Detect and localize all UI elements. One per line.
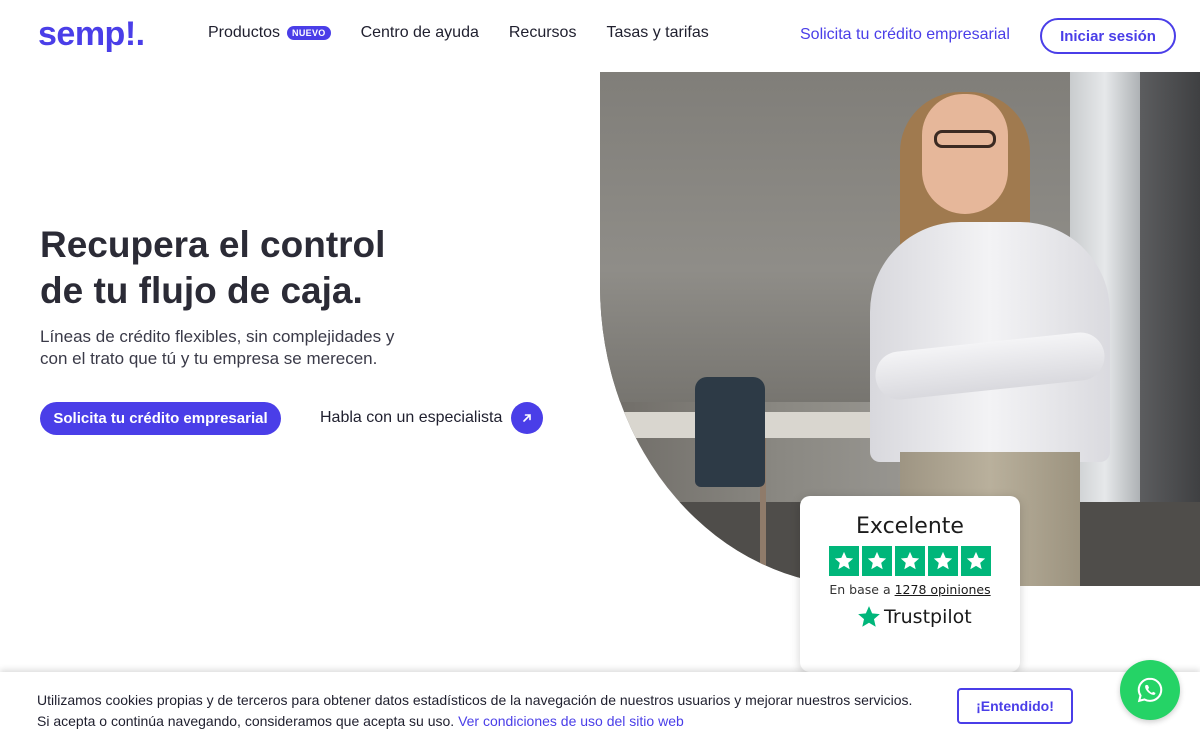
nav-item-label: Centro de ayuda [360, 24, 479, 41]
whatsapp-icon [1137, 677, 1163, 703]
trustpilot-star-icon [961, 546, 991, 576]
nav-item-centro-de-ayuda[interactable]: Centro de ayuda [361, 24, 479, 42]
trustpilot-widget[interactable]: Excelente En base a 1278 opiniones Trust… [800, 496, 1020, 672]
arrow-up-right-icon [511, 402, 544, 434]
site-header: semp!. Productos NUEVO Centro de ayuda R… [0, 0, 1200, 72]
hero-subtitle: Líneas de crédito flexibles, sin complej… [40, 326, 420, 370]
nav-item-recursos[interactable]: Recursos [509, 24, 577, 42]
whatsapp-button[interactable] [1120, 660, 1180, 720]
specialist-label: Habla con un especialista [320, 409, 503, 426]
trustpilot-reviews-link[interactable]: 1278 opiniones [895, 582, 991, 597]
trustpilot-logo[interactable]: Trustpilot [856, 604, 972, 630]
trustpilot-logo-star-icon [858, 606, 880, 627]
trustpilot-star-icon [829, 546, 859, 576]
new-badge: NUEVO [287, 26, 331, 40]
logo-text: semp!. [38, 15, 145, 53]
trustpilot-rating-label: Excelente [856, 514, 964, 539]
cookie-line-2: Si acepta o continúa navegando, consider… [37, 713, 455, 729]
cookie-message: Utilizamos cookies propias y de terceros… [37, 690, 917, 732]
apply-credit-button[interactable]: Solicita tu crédito empresarial [40, 402, 281, 435]
trustpilot-stars [829, 546, 991, 576]
hero-title-line-1: Recupera el control [40, 224, 386, 265]
nav-item-label: Tasas y tarifas [606, 24, 709, 41]
trustpilot-star-icon [928, 546, 958, 576]
nav-item-label: Productos [208, 24, 281, 41]
cookie-accept-button[interactable]: ¡Entendido! [957, 688, 1073, 724]
trustpilot-reviews-text: En base a 1278 opiniones [800, 582, 1020, 597]
hero-subtitle-line-2: con el trato que tú y tu empresa se mere… [40, 349, 378, 368]
trustpilot-star-icon [895, 546, 925, 576]
nav-item-label: Recursos [508, 24, 577, 41]
talk-to-specialist-link[interactable]: Habla con un especialista [320, 402, 544, 434]
cookie-terms-link[interactable]: Ver condiciones de uso del sitio web [458, 713, 684, 729]
main-nav: Productos NUEVO Centro de ayuda Recursos… [208, 24, 709, 42]
trustpilot-brand-text: Trustpilot [884, 606, 972, 628]
trustpilot-star-icon [862, 546, 892, 576]
hero-title-line-2: de tu flujo de caja. [40, 270, 363, 311]
cookie-banner: Utilizamos cookies propias y de terceros… [0, 672, 1200, 750]
header-credit-link[interactable]: Solicita tu crédito empresarial [800, 26, 1010, 44]
cookie-line-1: Utilizamos cookies propias y de terceros… [37, 692, 913, 708]
nav-item-tasas-y-tarifas[interactable]: Tasas y tarifas [606, 24, 708, 42]
hero-title: Recupera el control de tu flujo de caja. [40, 222, 460, 314]
nav-item-productos[interactable]: Productos NUEVO [208, 24, 331, 42]
hero-subtitle-line-1: Líneas de crédito flexibles, sin complej… [40, 327, 395, 346]
login-button[interactable]: Iniciar sesión [1040, 18, 1176, 54]
trustpilot-based-prefix: En base a [829, 582, 891, 597]
sempli-logo[interactable]: semp!. [38, 14, 145, 54]
